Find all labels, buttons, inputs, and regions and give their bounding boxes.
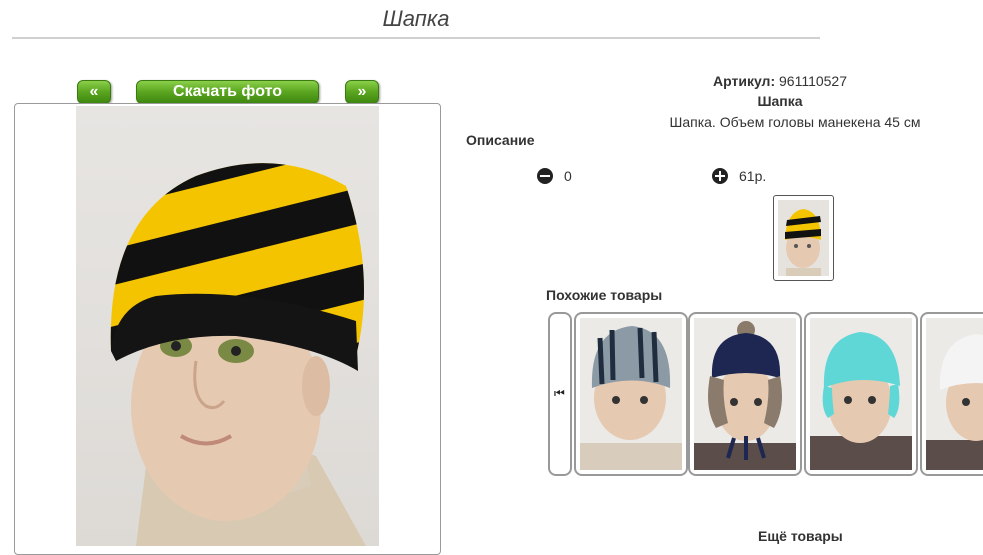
skip-back-icon: ⏮ (554, 386, 565, 400)
next-photo-button[interactable]: » (345, 80, 379, 104)
download-photo-button[interactable]: Скачать фото (136, 80, 319, 104)
similar-item-image (926, 318, 983, 470)
main-photo-frame (14, 103, 441, 555)
similar-item-white-hat[interactable] (920, 312, 983, 476)
similar-item-grey-striped-hat[interactable] (574, 312, 688, 476)
product-thumbnail[interactable] (773, 195, 834, 281)
product-name: Шапка (757, 93, 803, 109)
similar-item-image (810, 318, 912, 470)
similar-item-turquoise-hat[interactable] (804, 312, 918, 476)
hat-on-mannequin-image (110, 163, 366, 546)
article-value: 961110527 (779, 73, 847, 89)
product-description: Шапка. Объем головы манекена 45 см (669, 114, 921, 130)
page-title: Шапка (382, 6, 450, 31)
main-product-photo[interactable] (76, 106, 379, 546)
article-label: Артикул: (713, 73, 776, 89)
similar-item-image (580, 318, 682, 470)
more-products-heading: Ещё товары (758, 528, 843, 544)
article-line: Артикул: 961110527 (620, 73, 940, 89)
description-heading: Описание (466, 132, 535, 148)
similar-item-navy-pompom-hat[interactable] (688, 312, 802, 476)
title-divider (12, 37, 820, 39)
carousel-first-button[interactable]: ⏮ (548, 312, 572, 476)
similar-item-image (694, 318, 796, 470)
prev-photo-button[interactable]: « (77, 80, 111, 104)
similar-products-heading: Похожие товары (546, 287, 663, 303)
minus-icon[interactable] (537, 168, 553, 184)
plus-icon[interactable] (712, 168, 728, 184)
thumbnail-image (778, 200, 829, 276)
price-value: 61р. (739, 168, 767, 184)
quantity-value: 0 (564, 168, 572, 184)
